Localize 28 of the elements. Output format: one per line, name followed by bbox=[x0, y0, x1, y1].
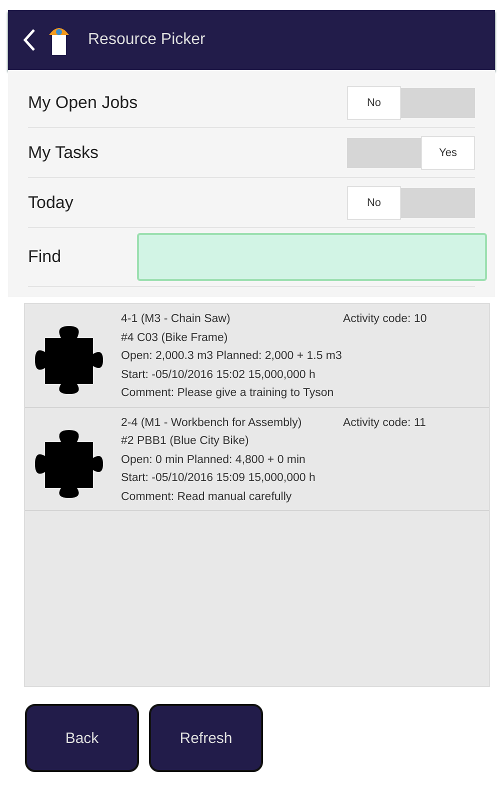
action-button[interactable]: Refresh bbox=[149, 704, 263, 772]
toggle-label: Yes bbox=[421, 136, 475, 170]
back-icon[interactable] bbox=[22, 28, 36, 52]
puzzle-piece-icon bbox=[33, 324, 105, 396]
screen-title: Resource Picker bbox=[88, 31, 206, 49]
toggle-label: No bbox=[347, 186, 401, 220]
filter-label: My Tasks bbox=[28, 142, 99, 162]
job-title: 4-1 (M3 - Chain Saw) bbox=[121, 312, 232, 327]
find-label: Find bbox=[28, 247, 62, 267]
job-comment: Comment: Read manual carefully bbox=[121, 490, 293, 504]
job-start: Start: -05/10/2016 15:09 15,000,000 h bbox=[121, 471, 316, 486]
toggle-label: No bbox=[347, 86, 401, 120]
job-item[interactable]: 2-4 (M1 - Workbench for Assembly) Activity code: 11 #2 PBB1 (Blue City Bike) Open: 0 min Planned: 4,800 + 0 min Start: -05/10/2016 15:09 15,000,000 h Comment: Read manual carefully bbox=[25, 408, 489, 511]
puzzle-piece-icon bbox=[33, 428, 105, 500]
action-button[interactable]: Back bbox=[25, 704, 139, 772]
activity-code: Activity code: 11 bbox=[343, 416, 426, 430]
filter-label: Today bbox=[28, 192, 74, 212]
job-item-name: #4 C03 (Bike Frame) bbox=[121, 330, 229, 346]
job-title: 2-4 (M1 - Workbench for Assembly) bbox=[121, 416, 303, 430]
activity-code: Activity code: 10 bbox=[343, 312, 427, 327]
job-start: Start: -05/10/2016 15:02 15,000,000 h bbox=[121, 368, 316, 382]
job-quantities: Open: 2,000.3 m3 Planned: 2,000 + 1.5 m3 bbox=[121, 349, 343, 364]
find-field[interactable] bbox=[137, 233, 487, 281]
filter-label: My Open Jobs bbox=[28, 92, 138, 112]
job-comment: Comment: Please give a training to Tyson bbox=[121, 386, 335, 401]
job-item[interactable]: 4-1 (M3 - Chain Saw) Activity code: 10 #4 C03 (Bike Frame) Open: 2,000.3 m3 Planned: 2,000 + 1.5 m3 Start: -05/10/2016 15:02 15,000,000 h Comment: Please give a training to Tyson bbox=[25, 304, 489, 408]
job-item-name: #2 PBB1 (Blue City Bike) bbox=[121, 434, 250, 449]
job-quantities: Open: 0 min Planned: 4,800 + 0 min bbox=[121, 452, 306, 468]
